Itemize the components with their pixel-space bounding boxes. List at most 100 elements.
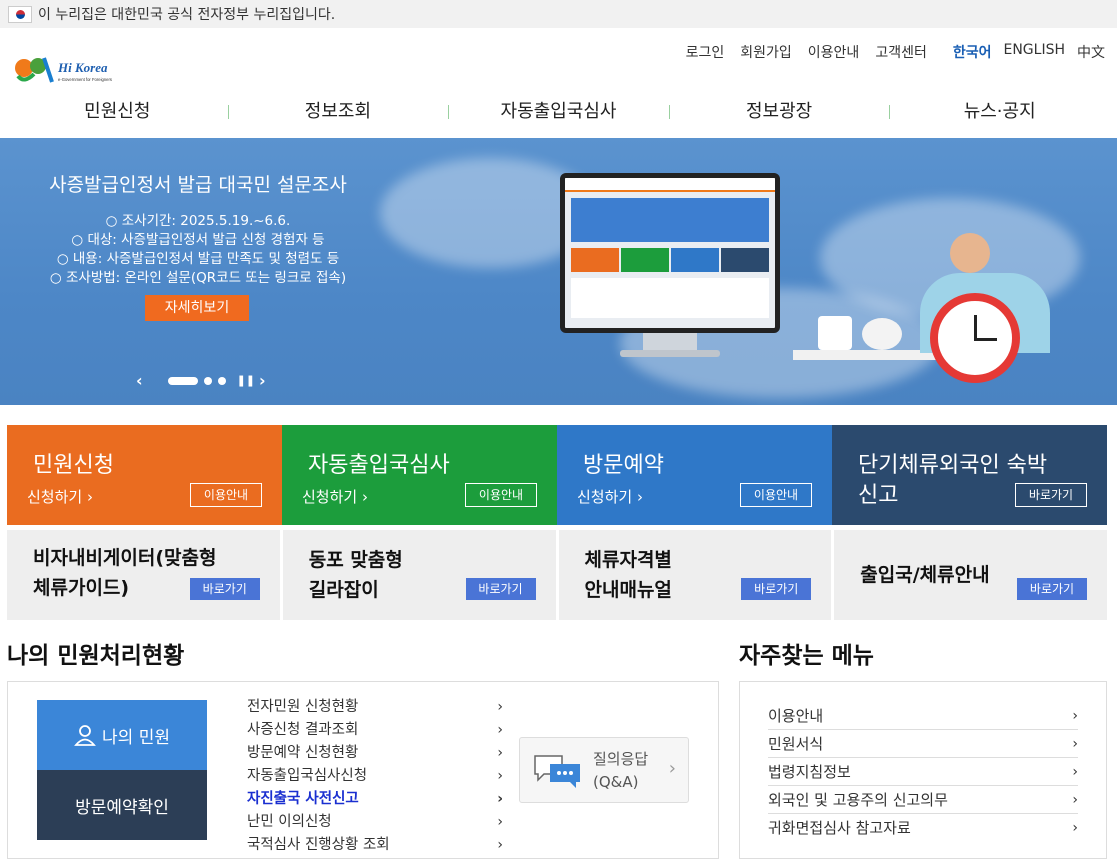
site-header: Hi Korea e-Government for Foreigners 로그인… — [0, 28, 1117, 138]
chevron-right-icon: › — [497, 722, 503, 738]
lang-chinese[interactable]: 中文 — [1077, 42, 1105, 62]
tile-guide-button[interactable]: 이용안내 — [190, 483, 262, 507]
chevron-right-icon: › — [636, 488, 643, 506]
nav-civil-application[interactable]: 민원신청 — [7, 90, 228, 134]
tile-compatriot-guide[interactable]: 동포 맞춤형 길라잡이 바로가기 — [282, 530, 556, 620]
frequent-menu-item[interactable]: 귀화면접심사 참고자료 › — [768, 814, 1078, 842]
tile-civil-application[interactable]: 민원신청 신청하기 › 이용안내 — [7, 425, 282, 525]
status-link-label: 자진출국 사전신고 — [247, 791, 359, 807]
nav-auto-immigration[interactable]: 자동출입국심사 — [448, 90, 669, 134]
tile-status-manual[interactable]: 체류자격별 안내매뉴얼 바로가기 — [558, 530, 832, 620]
main-service-tiles: 민원신청 신청하기 › 이용안내 자동출입국심사 신청하기 › 이용안내 방문예… — [7, 425, 1107, 525]
frequent-menu-label: 법령지침정보 — [768, 763, 851, 781]
frequent-menu-item[interactable]: 법령지침정보 › — [768, 758, 1078, 786]
logo-brand: Hi Korea — [57, 60, 108, 75]
korea-flag-icon — [8, 5, 32, 23]
guide-link[interactable]: 이용안내 — [808, 42, 860, 62]
chevron-right-icon: › — [361, 488, 368, 506]
go-button[interactable]: 바로가기 — [1017, 578, 1087, 600]
tile2-title-line: 출입국/체류안내 — [860, 564, 990, 586]
chevron-right-icon: › — [668, 758, 676, 779]
chevron-right-icon: › — [1072, 736, 1078, 752]
monitor-base — [620, 350, 720, 357]
status-link-label: 국적심사 진행상황 조회 — [247, 837, 390, 853]
tile-guide-button[interactable]: 이용안내 — [740, 483, 812, 507]
tile2-title-line: 동포 맞춤형 — [308, 549, 403, 571]
my-application-label: 나의 민원 — [102, 727, 170, 748]
user-icon — [74, 725, 96, 746]
nav-news-notice[interactable]: 뉴스·공지 — [889, 90, 1110, 134]
tile2-title-line: 비자내비게이터(맞춤형 — [33, 547, 217, 569]
frequent-menu: 이용안내 › 민원서식 › 법령지침정보 › 외국인 및 고용주의 신고의무 › 귀화면접심사 … — [739, 681, 1107, 859]
frequent-menu-label: 이용안내 — [768, 707, 824, 725]
chevron-right-icon: › — [86, 488, 93, 506]
login-link[interactable]: 로그인 — [686, 42, 725, 62]
status-link-item[interactable]: 자동출입국심사신청 › — [247, 765, 503, 788]
chevron-right-icon: › — [497, 745, 503, 761]
frequent-menu-list: 이용안내 › 민원서식 › 법령지침정보 › 외국인 및 고용주의 신고의무 › 귀화면접심사 … — [768, 702, 1078, 842]
hero-title: 사증발급인정서 발급 대국민 설문조사 — [49, 174, 347, 196]
frequent-menu-label: 귀화면접심사 참고자료 — [768, 819, 911, 837]
status-link-item[interactable]: 난민 이의신청 › — [247, 811, 503, 834]
qna-button[interactable]: 질의응답 (Q&A) › — [519, 737, 689, 803]
tile2-title-line: 체류가이드) — [33, 577, 130, 599]
nav-info-plaza[interactable]: 정보광장 — [668, 90, 890, 134]
tile-auto-immigration[interactable]: 자동출입국심사 신청하기 › 이용안내 — [282, 425, 557, 525]
hero-detail-button[interactable]: 자세히보기 — [145, 295, 249, 321]
hero-line: ○ 조사기간: 2025.5.19.~6.6. — [105, 213, 291, 229]
visit-reservation-check-button[interactable]: 방문예약확인 — [37, 770, 207, 840]
chevron-right-icon: › — [1072, 708, 1078, 724]
chevron-right-icon: › — [1072, 764, 1078, 780]
tile-go-button[interactable]: 바로가기 — [1015, 483, 1087, 507]
status-link-item[interactable]: 방문예약 신청현황 › — [247, 742, 503, 765]
support-link[interactable]: 고객센터 — [875, 42, 927, 62]
chevron-right-icon: › — [497, 699, 503, 715]
tile-lodging-report[interactable]: 단기체류외국인 숙박 신고 바로가기 — [832, 425, 1107, 525]
nav-info-inquiry[interactable]: 정보조회 — [227, 90, 449, 134]
piggy-bank-icon — [862, 318, 902, 350]
status-link-item[interactable]: 전자민원 신청현황 › — [247, 696, 503, 719]
pause-icon[interactable]: ❚❚ — [237, 374, 255, 387]
slider-dot[interactable] — [203, 376, 212, 385]
tile-visit-reservation[interactable]: 방문예약 신청하기 › 이용안내 — [557, 425, 832, 525]
tile-apply-link[interactable]: 신청하기 — [27, 488, 82, 506]
hero-line: ○ 조사방법: 온라인 설문(QR코드 또는 링크로 접속) — [49, 270, 347, 286]
lang-english[interactable]: ENGLISH — [1003, 42, 1065, 62]
status-link-item[interactable]: 국적심사 진행상황 조회 › — [247, 834, 503, 857]
main-nav: 민원신청 정보조회 자동출입국심사 정보광장 뉴스·공지 — [7, 90, 1110, 134]
chevron-right-icon: › — [1072, 792, 1078, 808]
slider-dot[interactable] — [167, 376, 198, 385]
slider-dots — [165, 376, 229, 385]
slider-prev-icon[interactable]: ‹ — [136, 371, 143, 390]
frequent-menu-item[interactable]: 민원서식 › — [768, 730, 1078, 758]
go-button[interactable]: 바로가기 — [741, 578, 812, 600]
tile-immigration-guide[interactable]: 출입국/체류안내 바로가기 — [834, 530, 1107, 620]
hikorea-logo[interactable]: Hi Korea e-Government for Foreigners — [14, 48, 134, 88]
status-link-label: 자동출입국심사신청 — [247, 768, 368, 784]
status-link-label: 방문예약 신청현황 — [247, 745, 359, 761]
status-link-item[interactable]: 자진출국 사전신고 › — [247, 788, 503, 811]
qna-sublabel: (Q&A) — [593, 773, 639, 791]
qna-label: 질의응답 — [593, 750, 649, 768]
status-link-item[interactable]: 사증신청 결과조회 › — [247, 719, 503, 742]
gov-banner-text: 이 누리집은 대한민국 공식 전자정부 누리집입니다. — [38, 7, 336, 23]
tile-visa-navigator[interactable]: 비자내비게이터(맞춤형 체류가이드) 바로가기 — [7, 530, 280, 620]
go-button[interactable]: 바로가기 — [465, 578, 536, 600]
chevron-right-icon: › — [1072, 820, 1078, 836]
tile-guide-button[interactable]: 이용안내 — [465, 483, 537, 507]
lang-korean[interactable]: 한국어 — [953, 42, 992, 62]
hero-details: ○ 조사기간: 2025.5.19.~6.6. ○ 대상: 사증발급인정서 발급… — [0, 212, 396, 288]
slider-next-icon[interactable]: › — [259, 371, 266, 390]
frequent-menu-item[interactable]: 이용안내 › — [768, 702, 1078, 730]
go-button[interactable]: 바로가기 — [189, 578, 260, 600]
tile-apply-link[interactable]: 신청하기 — [302, 488, 357, 506]
my-application-button[interactable]: 나의 민원 — [37, 700, 207, 770]
hero-line: ○ 대상: 사증발급인정서 발급 신청 경험자 등 — [71, 232, 325, 248]
frequent-menu-label: 민원서식 — [768, 735, 824, 753]
frequent-menu-item[interactable]: 외국인 및 고용주의 신고의무 › — [768, 786, 1078, 814]
slider-controls: ‹ ❚❚ › — [136, 371, 266, 390]
signup-link[interactable]: 회원가입 — [740, 42, 792, 62]
status-link-label: 난민 이의신청 — [247, 814, 332, 830]
slider-dot[interactable] — [217, 376, 226, 385]
tile-apply-link[interactable]: 신청하기 — [577, 488, 632, 506]
